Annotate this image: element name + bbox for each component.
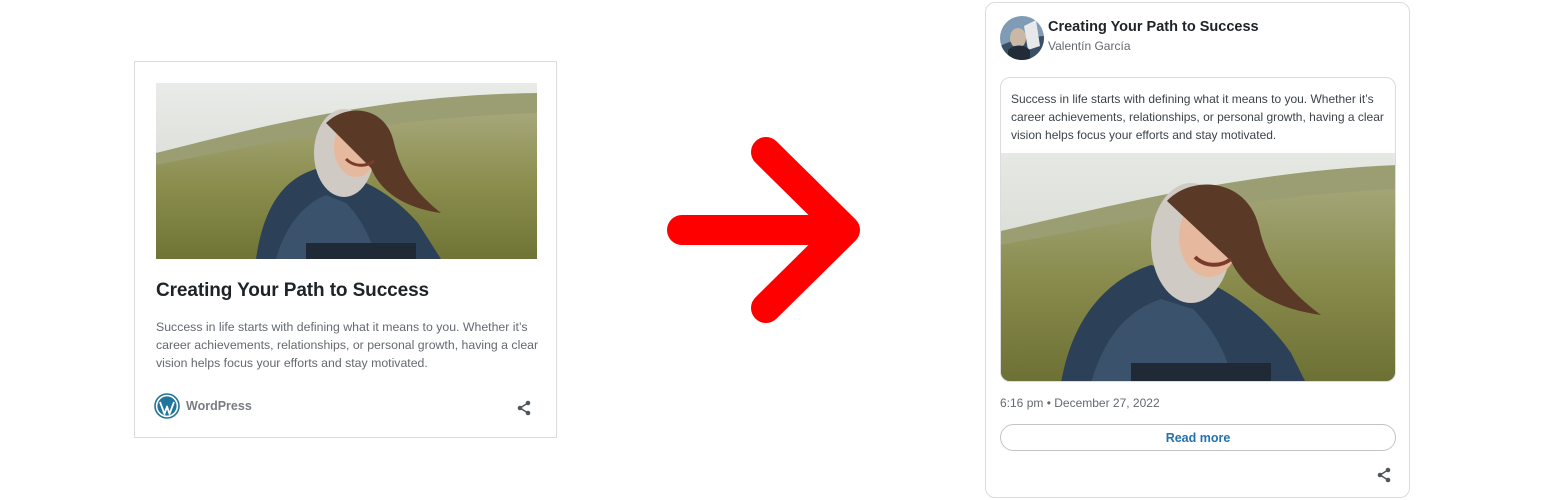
share-icon[interactable] (516, 400, 532, 416)
post-timestamp: 6:16 pm • December 27, 2022 (1000, 396, 1160, 410)
author-name[interactable]: Valentín García (1048, 39, 1131, 53)
post-title[interactable]: Creating Your Path to Success (1048, 19, 1259, 35)
post-image[interactable] (1001, 153, 1395, 381)
avatar[interactable] (1000, 16, 1044, 60)
arrow-right-icon (660, 130, 870, 330)
post-body: Success in life starts with defining wha… (1000, 77, 1396, 382)
wordpress-embed-card: Creating Your Path to Success Success in… (134, 61, 557, 438)
site-link[interactable]: WordPress (154, 393, 252, 419)
read-more-button[interactable]: Read more (1000, 424, 1396, 451)
wordpress-logo-icon (154, 393, 180, 419)
featured-image[interactable] (156, 83, 537, 259)
post-title[interactable]: Creating Your Path to Success (156, 280, 537, 302)
post-excerpt: Success in life starts with defining wha… (156, 320, 539, 370)
social-post-card: Creating Your Path to Success Valentín G… (985, 2, 1410, 498)
post-text: Success in life starts with defining wha… (1011, 92, 1384, 142)
site-name: WordPress (186, 399, 252, 413)
share-icon[interactable] (1376, 467, 1392, 483)
